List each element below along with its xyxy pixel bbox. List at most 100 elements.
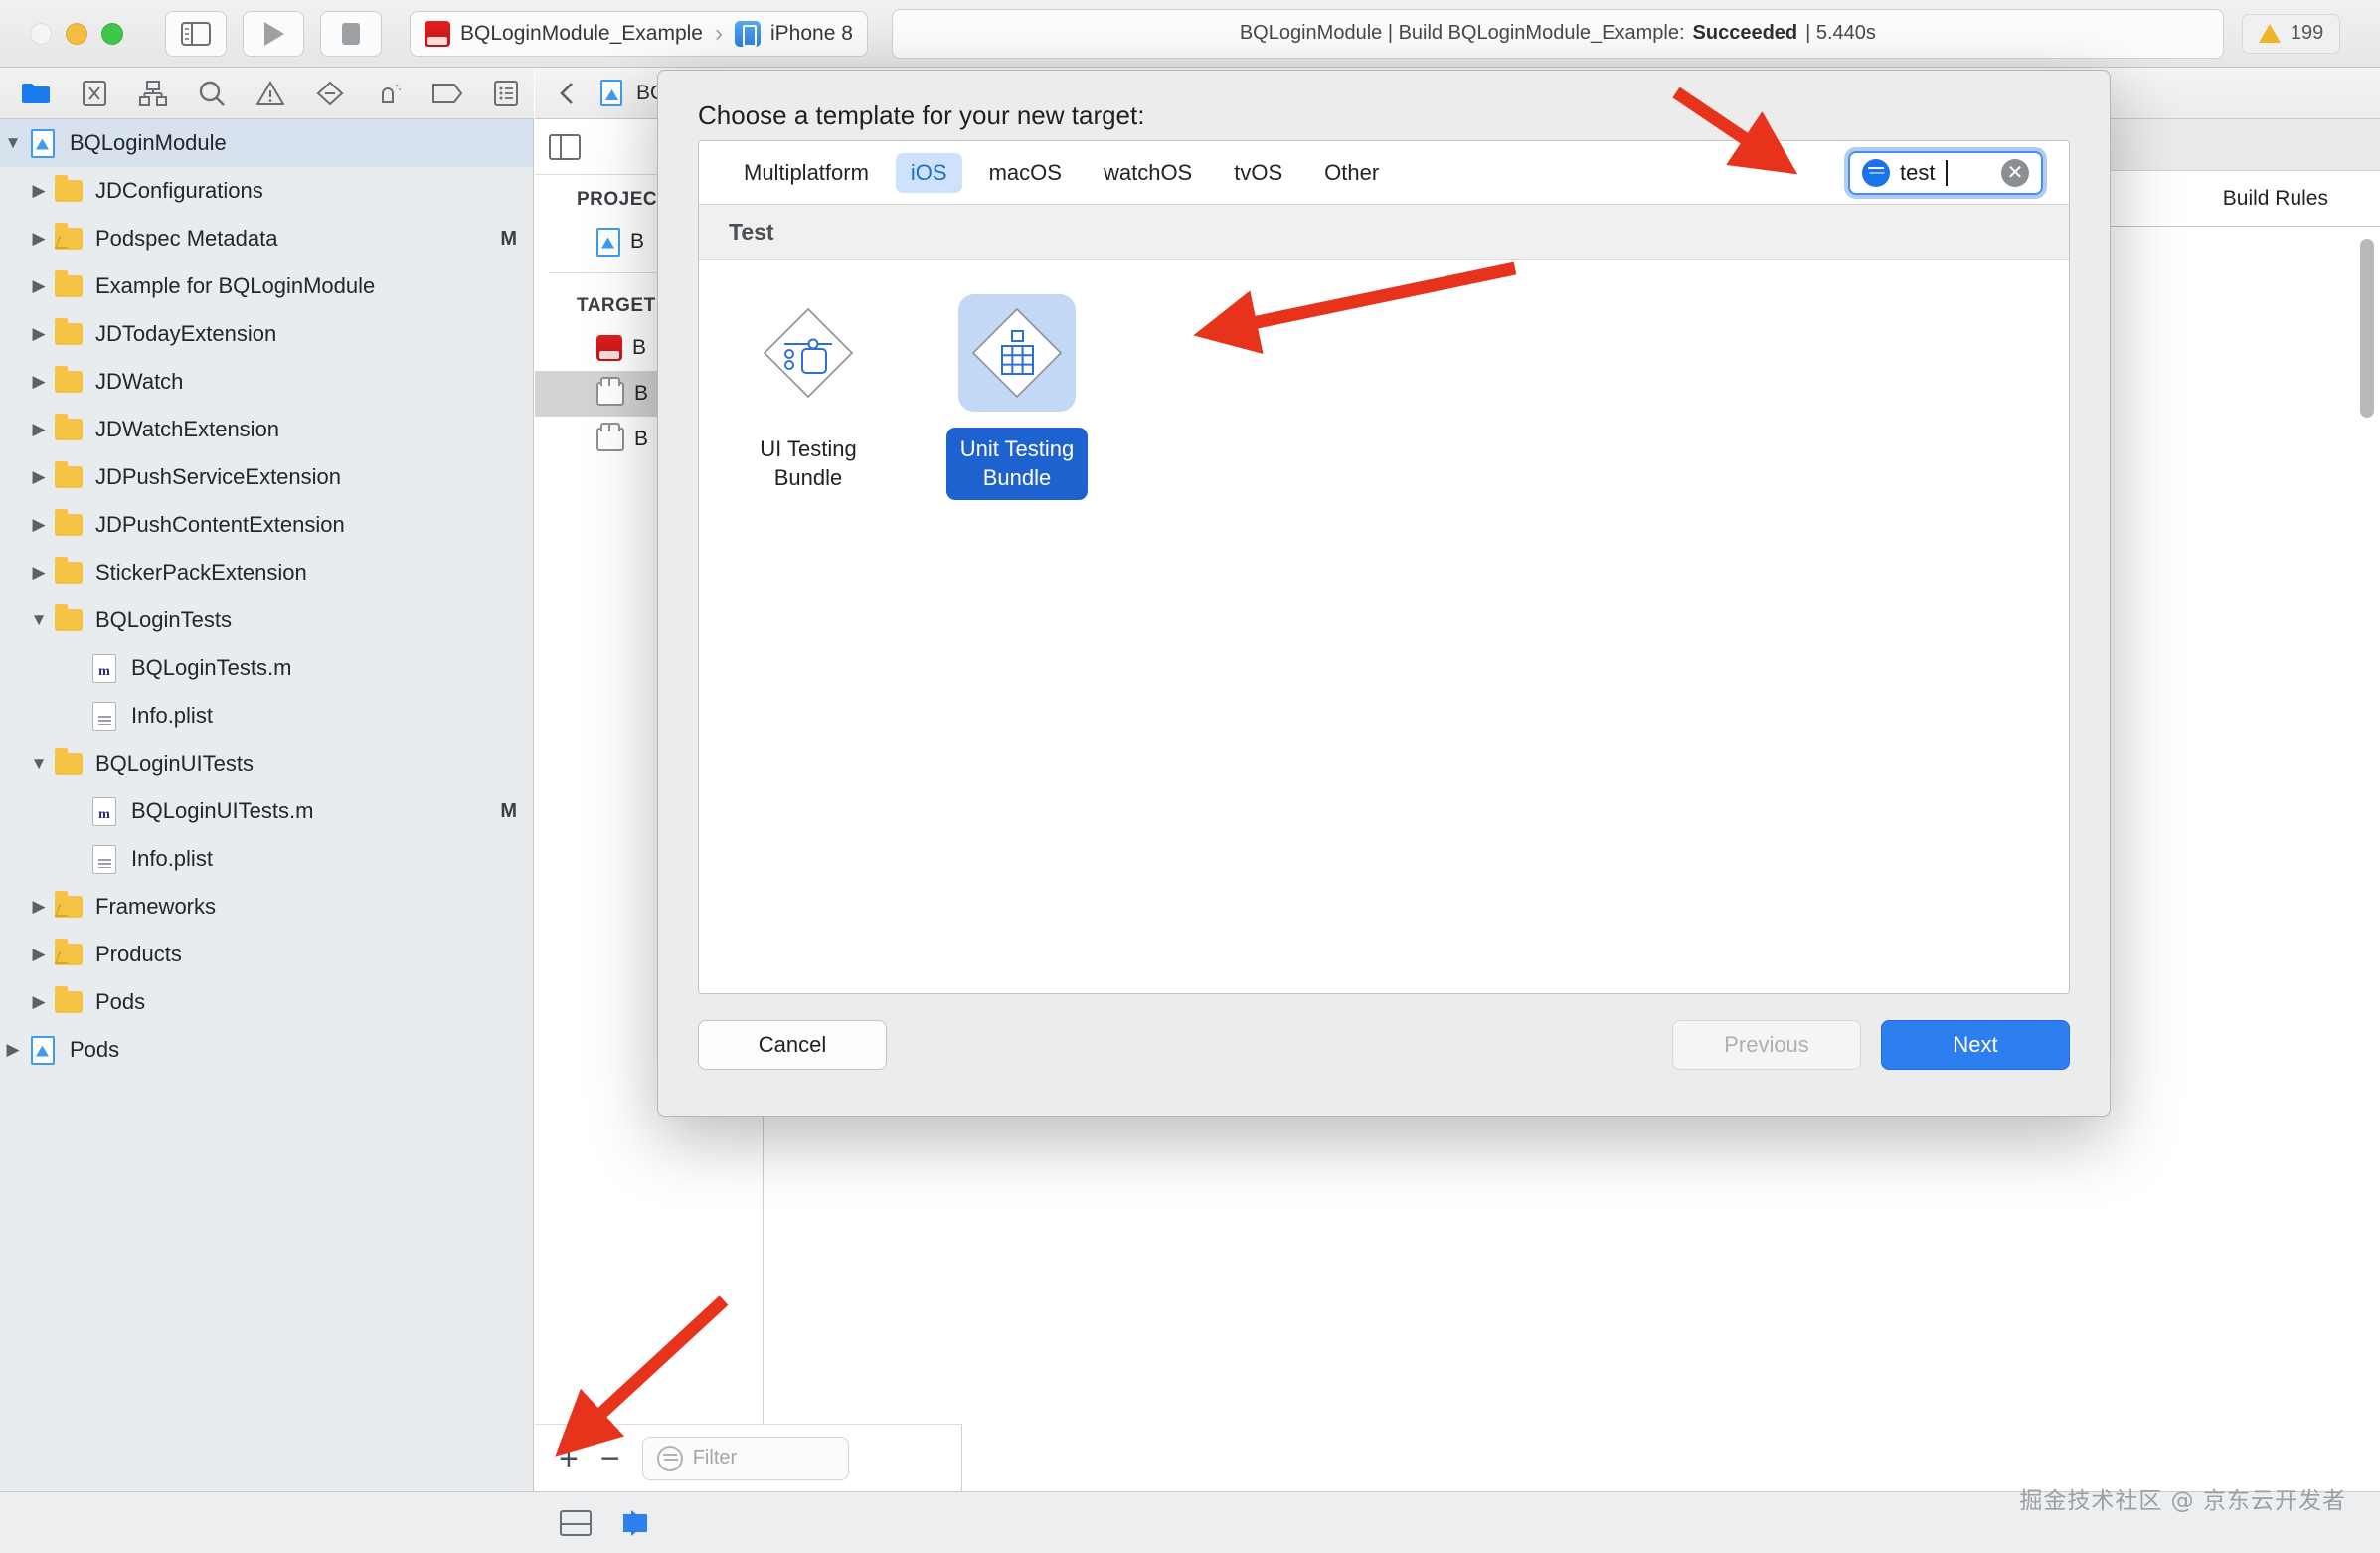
next-button[interactable]: Next	[1881, 1020, 2070, 1070]
template-grid[interactable]: UI Testing Bundle	[699, 260, 2069, 500]
run-button[interactable]	[243, 11, 304, 57]
tab-tvos[interactable]: tvOS	[1219, 153, 1297, 193]
cancel-button[interactable]: Cancel	[698, 1020, 887, 1070]
project-editor-bottom-bar[interactable]: + − Filter	[535, 1424, 962, 1491]
tree-row[interactable]: ▶Pods	[0, 1026, 533, 1074]
remove-target-button[interactable]: −	[600, 1442, 620, 1475]
dialog-footer: Cancel Previous Next	[658, 994, 2110, 1116]
debug-area-icon	[560, 1510, 592, 1536]
minimize-button[interactable]	[66, 23, 87, 45]
project-navigator-icon[interactable]	[8, 73, 63, 114]
navigator-tab-bar[interactable]	[0, 68, 534, 119]
tree-row-label: Info.plist	[131, 846, 213, 872]
tree-row[interactable]: Info.plist	[0, 835, 533, 883]
tree-row[interactable]: Info.plist	[0, 692, 533, 740]
project-row-label: B	[630, 230, 644, 254]
disclosure-triangle-down-icon[interactable]: ▼	[0, 133, 26, 153]
disclosure-triangle-right-icon[interactable]: ▶	[0, 1040, 26, 1060]
disclosure-triangle-right-icon[interactable]: ▶	[26, 229, 52, 249]
toggle-project-list-icon	[549, 134, 581, 160]
plist-file-icon	[87, 845, 121, 874]
ui-testing-bundle-label: UI Testing Bundle	[721, 428, 896, 500]
issue-navigator-icon[interactable]	[244, 73, 298, 114]
tree-row[interactable]: ▶ Pods	[0, 978, 533, 1026]
template-panel: Multiplatform iOS macOS watchOS tvOS Oth…	[698, 140, 2070, 994]
scheme-selector[interactable]: BQLoginModule_Example › iPhone 8	[410, 11, 868, 57]
template-search-wrapper: test ✕	[1848, 151, 2043, 195]
symbol-navigator-icon[interactable]	[125, 73, 180, 114]
disclosure-triangle-right-icon[interactable]: ▶	[26, 276, 52, 296]
tab-macos[interactable]: macOS	[974, 153, 1077, 193]
tree-row-label: StickerPackExtension	[95, 560, 307, 586]
debug-navigator-icon[interactable]	[361, 73, 416, 114]
tree-row[interactable]: ▼BQLoginModule	[0, 119, 533, 167]
tree-row[interactable]: ▶JDWatch	[0, 358, 533, 406]
disclosure-triangle-right-icon[interactable]: ▶	[26, 467, 52, 487]
tree-row[interactable]: ▼ BQLoginUITests	[0, 740, 533, 787]
template-search-input[interactable]: test ✕	[1848, 151, 2043, 195]
add-target-button[interactable]: +	[559, 1442, 579, 1475]
disclosure-triangle-right-icon[interactable]: ▶	[26, 420, 52, 439]
disclosure-triangle-down-icon[interactable]: ▼	[26, 754, 52, 774]
source-control-navigator-icon[interactable]	[67, 73, 121, 114]
app-target-icon	[596, 335, 622, 361]
disclosure-triangle-right-icon[interactable]: ▶	[26, 992, 52, 1012]
tree-row[interactable]: ▶ StickerPackExtension	[0, 549, 533, 597]
clear-search-button[interactable]: ✕	[2001, 159, 2029, 187]
folder-reference-icon	[52, 944, 85, 965]
template-ui-testing-bundle[interactable]: UI Testing Bundle	[721, 294, 896, 500]
tree-row-label: BQLoginUITests	[95, 751, 254, 776]
tree-row[interactable]: ▶Podspec MetadataM	[0, 215, 533, 262]
test-navigator-icon[interactable]	[302, 73, 357, 114]
tree-row-label: Pods	[95, 989, 145, 1015]
toggle-debug-area-button[interactable]	[557, 1508, 595, 1538]
tree-row[interactable]: ▶JDConfigurations	[0, 167, 533, 215]
stop-button[interactable]	[320, 11, 382, 57]
vertical-scrollbar[interactable]	[2360, 239, 2374, 418]
report-navigator-icon[interactable]	[479, 73, 534, 114]
search-value: test	[1900, 160, 1935, 186]
tree-row[interactable]: ▶JDWatchExtension	[0, 406, 533, 453]
tab-multiplatform[interactable]: Multiplatform	[729, 153, 884, 193]
back-chevron-icon[interactable]	[549, 75, 587, 112]
tree-row[interactable]: ▶JDPushContentExtension	[0, 501, 533, 549]
window-controls[interactable]	[30, 23, 123, 45]
tree-row[interactable]: mBQLoginUITests.mM	[0, 787, 533, 835]
tab-other[interactable]: Other	[1309, 153, 1394, 193]
tab-build-rules[interactable]: Build Rules	[2223, 187, 2328, 211]
disclosure-triangle-right-icon[interactable]: ▶	[26, 181, 52, 201]
warning-count-badge[interactable]: 199	[2242, 14, 2340, 54]
disclosure-triangle-right-icon[interactable]: ▶	[26, 945, 52, 964]
toggle-navigator-button[interactable]	[165, 11, 227, 57]
zoom-button[interactable]	[101, 23, 123, 45]
tab-ios[interactable]: iOS	[896, 153, 962, 193]
template-unit-testing-bundle[interactable]: Unit Testing Bundle	[930, 294, 1105, 500]
previous-button: Previous	[1672, 1020, 1861, 1070]
breakpoints-toggle-button[interactable]	[620, 1508, 658, 1538]
tree-row-label: JDPushServiceExtension	[95, 464, 341, 490]
tree-row[interactable]: ▶JDTodayExtension	[0, 310, 533, 358]
disclosure-triangle-right-icon[interactable]: ▶	[26, 563, 52, 583]
disclosure-triangle-right-icon[interactable]: ▶	[26, 372, 52, 392]
tree-row[interactable]: mBQLoginTests.m	[0, 644, 533, 692]
project-navigator[interactable]: ▼BQLoginModule▶JDConfigurations▶Podspec …	[0, 119, 534, 1553]
breakpoint-navigator-icon[interactable]	[421, 73, 475, 114]
tree-row-label: BQLoginTests.m	[131, 655, 291, 681]
tab-watchos[interactable]: watchOS	[1089, 153, 1207, 193]
folder-icon	[52, 562, 85, 584]
tree-row[interactable]: ▶ JDPushServiceExtension	[0, 453, 533, 501]
platform-tab-bar[interactable]: Multiplatform iOS macOS watchOS tvOS Oth…	[699, 141, 2069, 205]
disclosure-triangle-down-icon[interactable]: ▼	[26, 610, 52, 630]
tree-row[interactable]: ▶Products	[0, 931, 533, 978]
close-button[interactable]	[30, 23, 52, 45]
file-tree[interactable]: ▼BQLoginModule▶JDConfigurations▶Podspec …	[0, 119, 533, 1074]
project-file-icon	[600, 80, 622, 106]
tree-row[interactable]: ▶Frameworks	[0, 883, 533, 931]
disclosure-triangle-right-icon[interactable]: ▶	[26, 897, 52, 917]
disclosure-triangle-right-icon[interactable]: ▶	[26, 515, 52, 535]
filter-input[interactable]: Filter	[642, 1437, 849, 1480]
find-navigator-icon[interactable]	[185, 73, 240, 114]
disclosure-triangle-right-icon[interactable]: ▶	[26, 324, 52, 344]
tree-row[interactable]: ▼BQLoginTests	[0, 597, 533, 644]
tree-row[interactable]: ▶Example for BQLoginModule	[0, 262, 533, 310]
